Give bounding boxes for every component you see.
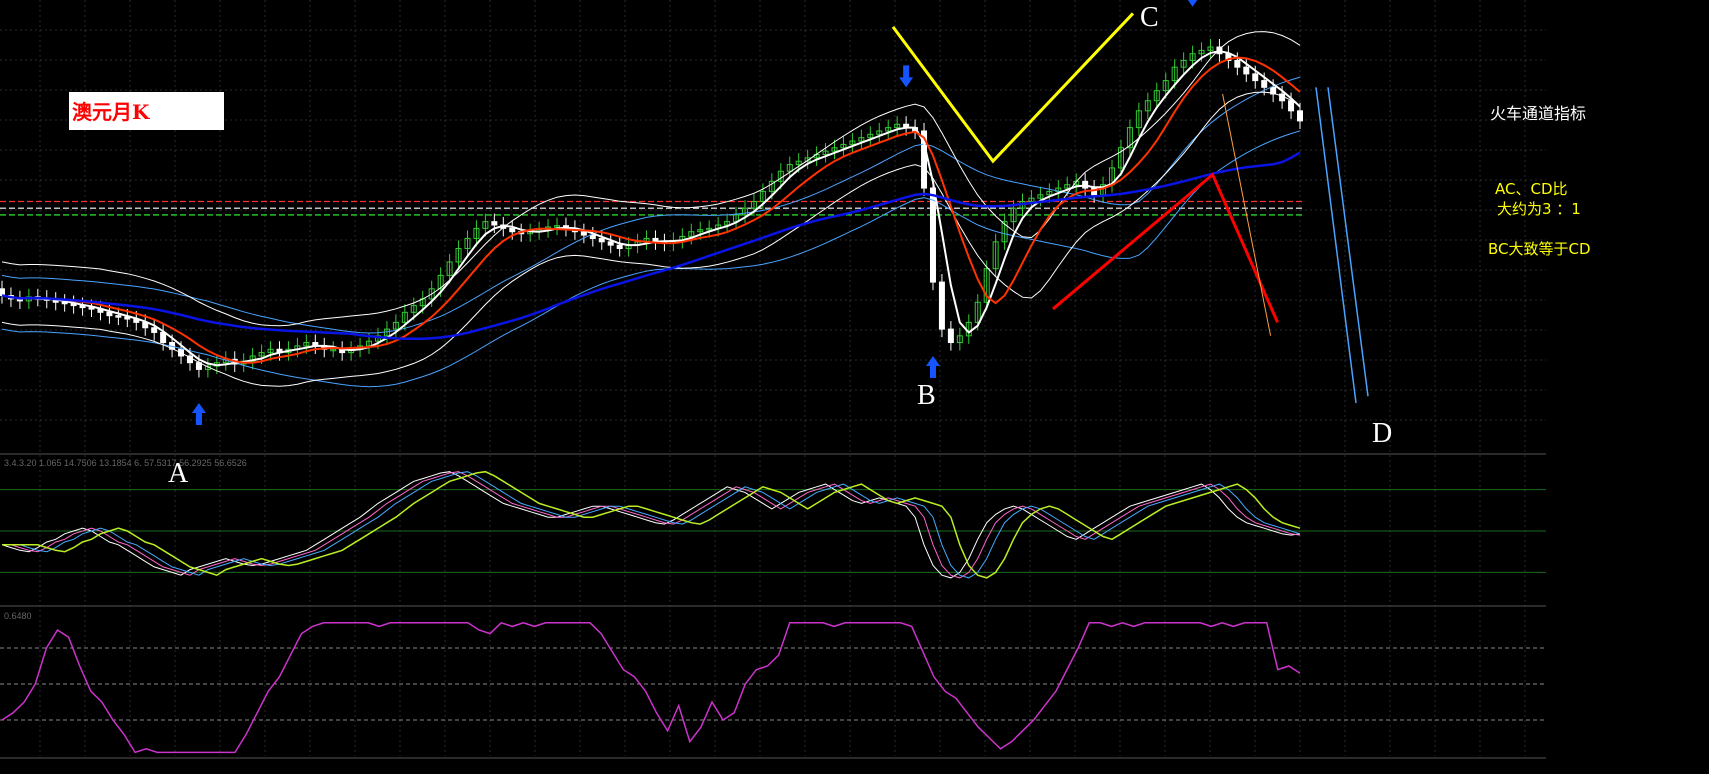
candle-body <box>115 315 122 318</box>
grid <box>0 0 1546 759</box>
ma-lower-light <box>1 130 1301 388</box>
ratio-note-line1: AC、CD比 <box>1495 180 1568 198</box>
candle-body <box>151 327 158 333</box>
indicator-annotation: 火车通道指标 <box>1490 104 1587 123</box>
chart-stage: 3.4.3.20 1.065 14.7506 13.1854 6. 57.531… <box>0 0 1709 769</box>
oscillator-k-line <box>1 471 1301 579</box>
candle-body <box>160 331 167 344</box>
oscillator-signal-line <box>2 470 1301 579</box>
candle-body <box>580 231 587 236</box>
signal-arrow-a <box>191 402 206 425</box>
candle-body <box>106 311 113 317</box>
yellow-v-marker <box>891 12 1135 164</box>
candle-body <box>1234 59 1241 68</box>
ma-blue <box>1 151 1301 341</box>
candle-body <box>589 234 596 239</box>
histogram-panel <box>0 621 1546 754</box>
candle-body <box>607 241 614 246</box>
candle-body <box>938 281 945 330</box>
histogram-line <box>1 621 1301 754</box>
candle-body <box>598 237 605 243</box>
histogram-header: 0.6480 <box>4 611 32 621</box>
oscillator-line-pink <box>2 471 1301 579</box>
candle-body <box>1297 110 1303 122</box>
candle-body <box>1288 100 1295 112</box>
point-d-label: D <box>1372 418 1393 449</box>
signal-arrow-b <box>925 355 940 378</box>
candle-body <box>1261 80 1268 88</box>
abcd-pattern <box>191 0 1369 425</box>
cd-projection-line <box>1327 87 1369 397</box>
ratio-note-line2: 大约为3 ：1 <box>1497 200 1581 218</box>
oscillator-line-blue <box>2 471 1301 579</box>
candle-body <box>929 187 936 283</box>
candle-body <box>491 221 498 226</box>
candle-body <box>947 328 954 344</box>
candle-body <box>509 227 516 233</box>
oscillator-header: 3.4.3.20 1.065 14.7506 13.1854 6. 57.531… <box>4 458 247 468</box>
point-b-label: B <box>917 380 936 411</box>
candle-body <box>1243 66 1250 75</box>
chart-title-box: 澳元月K <box>69 92 224 130</box>
candle-body <box>616 244 623 250</box>
signal-arrow-c <box>1187 0 1198 7</box>
ma-lower-white <box>1 91 1301 387</box>
price-chart[interactable]: 3.4.3.20 1.065 14.7506 13.1854 6. 57.531… <box>0 0 1709 769</box>
ma-upper-white <box>1 31 1301 327</box>
point-c-label: C <box>1140 2 1159 33</box>
candle-body <box>1252 73 1259 82</box>
bc-cd-note: BC大致等于CD <box>1488 240 1591 258</box>
cd-projection-line <box>1315 87 1357 404</box>
moving-averages <box>1 31 1301 388</box>
signal-arrow-peak <box>899 65 914 88</box>
oscillator-panel <box>0 470 1546 579</box>
point-a-label: A <box>168 458 189 489</box>
